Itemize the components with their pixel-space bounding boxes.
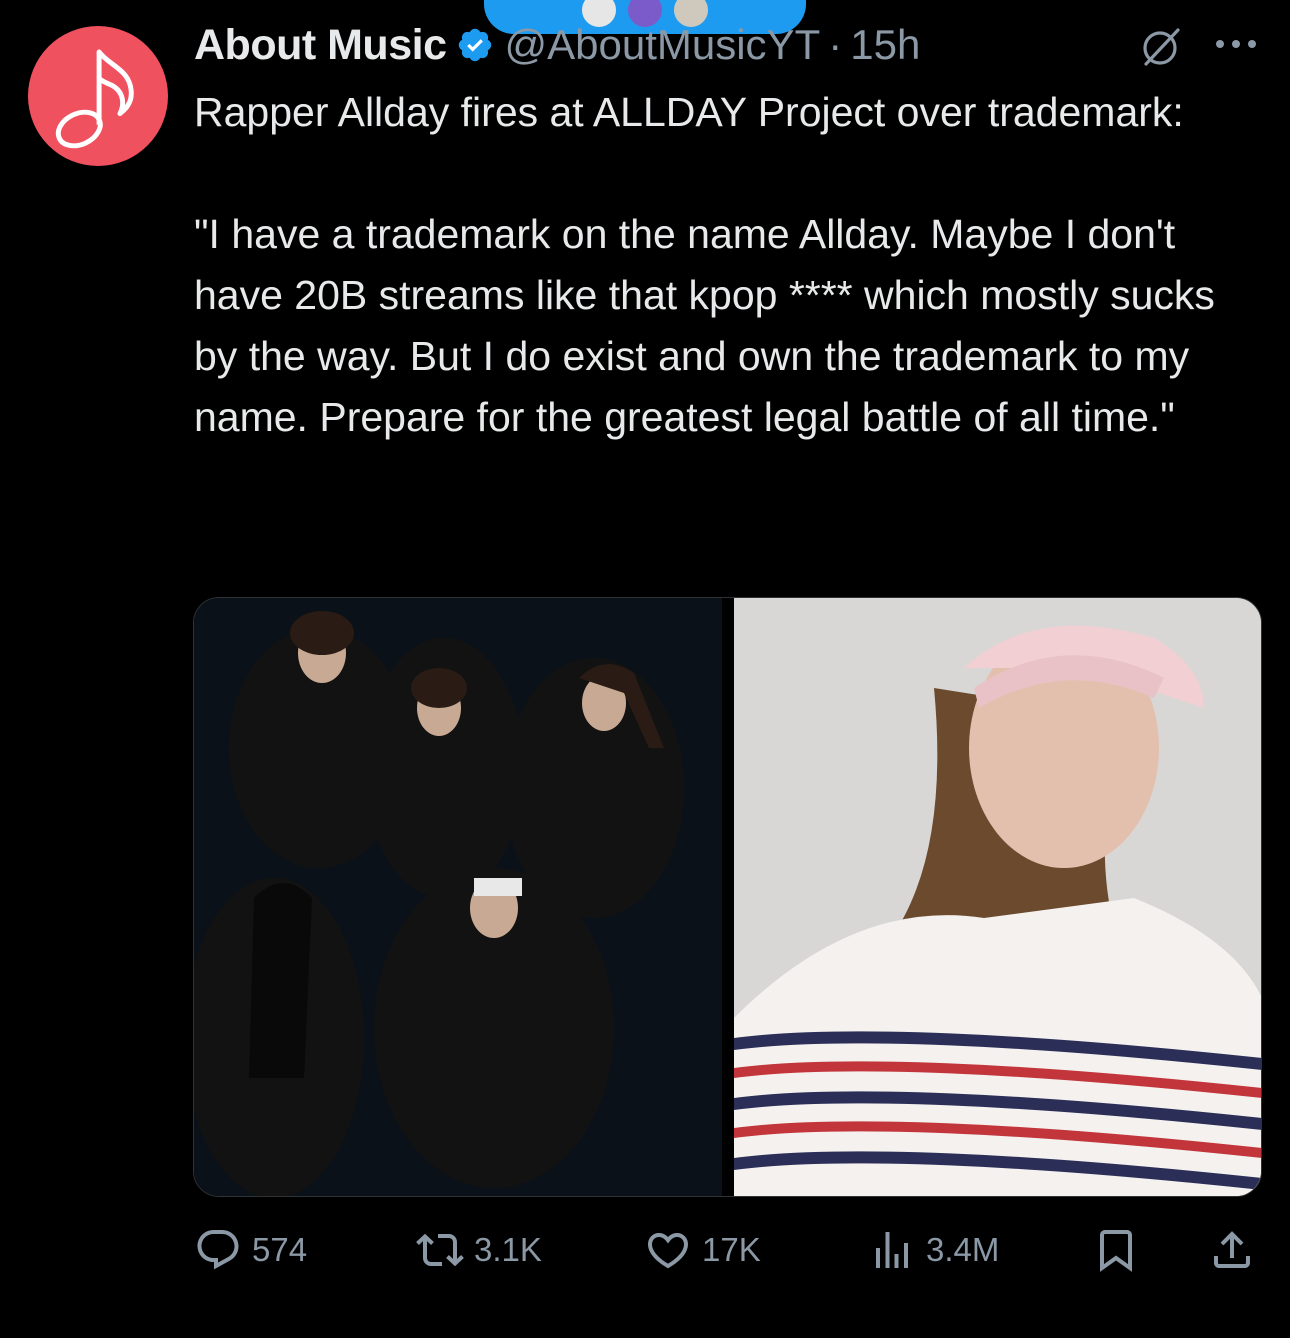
reply-icon [197,1230,239,1270]
author-handle[interactable]: @AboutMusicYT [504,21,820,69]
tweet-header: About Music @AboutMusicYT · 15h [194,16,920,74]
view-count: 3.4M [926,1231,1000,1268]
like-count: 17K [702,1231,761,1268]
views-button[interactable]: 3.4M [868,1222,999,1278]
share-button[interactable] [1208,1222,1256,1278]
reply-count: 574 [252,1231,308,1268]
tweet-media[interactable] [193,597,1262,1197]
portrait-photo[interactable] [733,598,1261,1196]
repost-count: 3.1K [474,1231,542,1268]
separator: · [828,21,843,68]
tweet-text: Rapper Allday fires at ALLDAY Project ov… [194,89,1215,440]
verified-badge-icon [459,28,492,62]
display-name[interactable]: About Music [194,21,447,70]
share-icon [1214,1231,1250,1268]
timestamp[interactable]: 15h [850,21,920,69]
more-options-icon[interactable] [1212,34,1260,54]
portrait-photo-image [733,598,1261,1196]
avatar[interactable] [28,26,168,166]
bookmark-icon [1100,1230,1132,1272]
music-note-icon [55,49,134,149]
repost-icon [416,1233,464,1267]
heart-icon [647,1233,689,1269]
group-photo[interactable] [194,598,722,1196]
repost-button[interactable]: 3.1K [416,1222,542,1278]
group-photo-image [194,598,722,1196]
tweet-actions: 574 3.1K 17K 3.4M [194,1222,1260,1278]
like-button[interactable]: 17K [644,1222,761,1278]
views-chart-icon [876,1232,908,1268]
reply-button[interactable]: 574 [194,1222,307,1278]
bookmark-button[interactable] [1092,1222,1140,1278]
grok-icon[interactable] [1138,24,1184,70]
